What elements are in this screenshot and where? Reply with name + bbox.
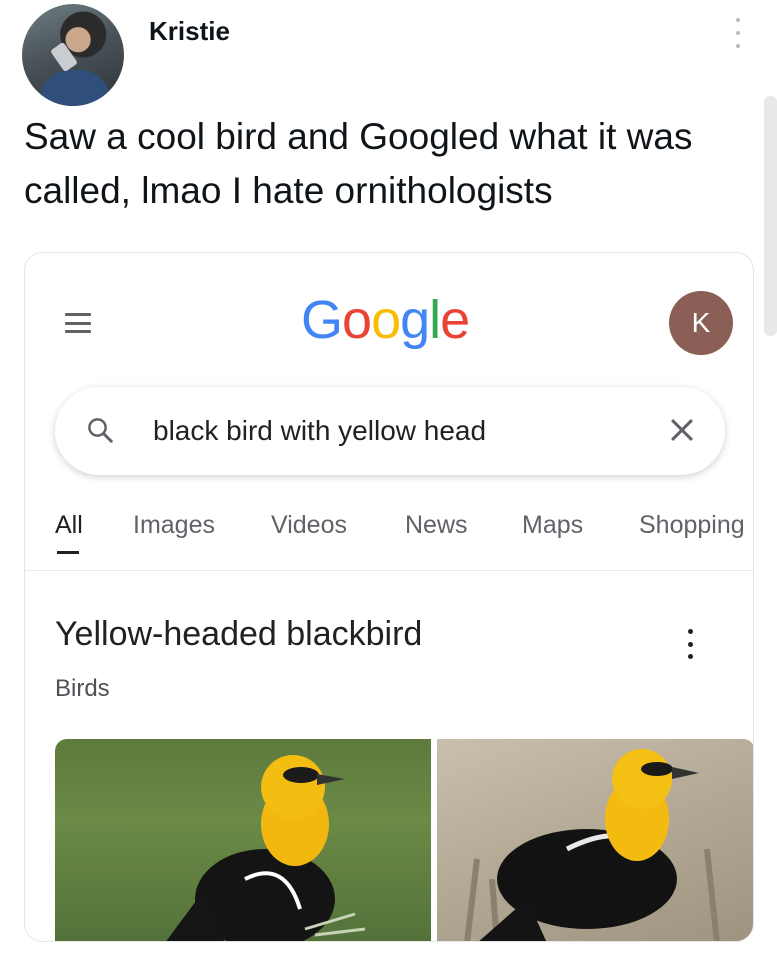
google-logo-letter: e	[440, 290, 470, 350]
search-input[interactable]: black bird with yellow head	[153, 415, 486, 447]
google-logo-letter: o	[342, 290, 372, 350]
bird-image-2[interactable]	[437, 739, 753, 941]
active-tab-indicator	[57, 551, 79, 554]
google-logo-letter: G	[301, 290, 343, 350]
tab-videos[interactable]: Videos	[271, 511, 347, 540]
account-avatar[interactable]: K	[669, 291, 733, 355]
google-logo-letter: o	[371, 290, 401, 350]
tab-maps[interactable]: Maps	[522, 511, 583, 540]
scrollbar	[764, 96, 777, 336]
google-header: Google K	[25, 253, 753, 393]
search-bar[interactable]: black bird with yellow head	[55, 387, 725, 475]
google-screenshot-card[interactable]: Google K black bird with yellow head All…	[24, 252, 754, 942]
post-text: Saw a cool bird and Googled what it was …	[24, 116, 693, 211]
result-subtitle: Birds	[55, 675, 110, 702]
google-logo-letter: g	[400, 290, 430, 350]
author-name[interactable]: Kristie	[149, 16, 230, 47]
google-logo[interactable]: Google	[301, 289, 470, 351]
close-icon[interactable]	[665, 413, 699, 447]
tab-shopping[interactable]: Shopping	[639, 511, 745, 540]
bird-image-1[interactable]	[55, 739, 431, 941]
menu-icon[interactable]	[65, 313, 91, 333]
tab-images[interactable]: Images	[133, 511, 215, 540]
tab-all[interactable]: All	[55, 511, 83, 540]
search-icon[interactable]	[85, 415, 115, 445]
more-vert-icon[interactable]	[685, 629, 695, 659]
post-header: Kristie	[0, 0, 777, 110]
more-options-icon[interactable]	[728, 18, 748, 48]
author-avatar[interactable]	[22, 4, 124, 106]
tab-news[interactable]: News	[405, 511, 468, 540]
search-tabs: All Images Videos News Maps Shopping	[25, 501, 753, 571]
google-logo-letter: l	[429, 290, 441, 350]
result-title[interactable]: Yellow-headed blackbird	[55, 615, 422, 654]
